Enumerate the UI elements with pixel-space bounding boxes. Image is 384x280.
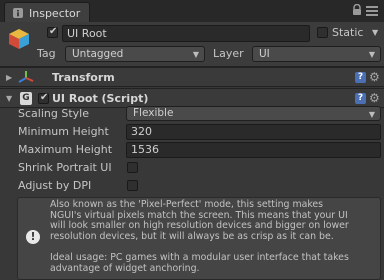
layer-dropdown[interactable]: UI ▼: [252, 46, 381, 62]
scaling-style-dropdown[interactable]: Flexible ▼: [126, 106, 381, 121]
uiroot-component-header[interactable]: ▼ G UI Root (Script) ? ⚙: [0, 88, 384, 108]
gameobject-icon: [9, 29, 29, 49]
adjust-dpi-checkbox[interactable]: [127, 180, 138, 191]
tag-value: Untagged: [72, 48, 124, 60]
static-checkbox[interactable]: [317, 27, 328, 38]
active-checkbox[interactable]: [47, 26, 58, 38]
gear-icon[interactable]: ⚙: [369, 71, 380, 83]
shrink-portrait-checkbox[interactable]: [127, 162, 138, 173]
help-text: Also known as the 'Pixel-Perfect' mode, …: [50, 199, 349, 274]
help-box: ! Also known as the 'Pixel-Perfect' mode…: [17, 197, 381, 280]
name-field[interactable]: UI Root: [62, 25, 310, 42]
component-enabled-checkbox[interactable]: [38, 92, 49, 104]
transform-component-header[interactable]: ▶ Transform ? ⚙: [0, 67, 384, 87]
max-height-field[interactable]: 1536: [126, 142, 381, 158]
min-height-field[interactable]: 320: [126, 124, 381, 140]
script-icon: G: [20, 92, 32, 105]
chevron-down-icon: ▼: [368, 50, 375, 59]
scaling-style-value: Flexible: [133, 107, 174, 119]
foldout-expanded-icon[interactable]: ▼: [6, 94, 12, 103]
gameobject-header: UI Root Static ▼ Tag Untagged ▼ Layer UI…: [0, 22, 384, 67]
transform-title: Transform: [52, 71, 115, 84]
uiroot-title: UI Root (Script): [52, 92, 149, 105]
help-icon[interactable]: ?: [355, 93, 366, 104]
tab-bar: Inspector: [0, 0, 384, 23]
help-icon[interactable]: ?: [355, 72, 366, 83]
max-height-label: Maximum Height: [18, 143, 113, 156]
info-icon: !: [26, 230, 40, 244]
scaling-style-label: Scaling Style: [18, 107, 89, 120]
transform-icon: [18, 71, 34, 83]
chevron-down-icon: ▼: [192, 50, 199, 59]
layer-value: UI: [259, 48, 270, 60]
tab-label: Inspector: [29, 7, 81, 20]
adjust-dpi-label: Adjust by DPI: [18, 179, 92, 192]
tab-inspector[interactable]: Inspector: [4, 2, 90, 23]
chevron-down-icon[interactable]: ▼: [372, 28, 378, 37]
tag-dropdown[interactable]: Untagged ▼: [65, 46, 205, 62]
tag-label: Tag: [37, 47, 56, 60]
gear-icon[interactable]: ⚙: [369, 92, 380, 104]
foldout-collapsed-icon[interactable]: ▶: [6, 73, 12, 82]
shrink-portrait-label: Shrink Portrait UI: [18, 161, 112, 174]
menu-icon[interactable]: [366, 6, 378, 16]
lock-icon[interactable]: [352, 4, 362, 16]
static-label: Static: [332, 26, 364, 39]
layer-label: Layer: [213, 47, 244, 60]
chevron-down-icon: ▼: [368, 110, 375, 119]
info-icon: [13, 8, 23, 18]
min-height-label: Minimum Height: [18, 125, 109, 138]
